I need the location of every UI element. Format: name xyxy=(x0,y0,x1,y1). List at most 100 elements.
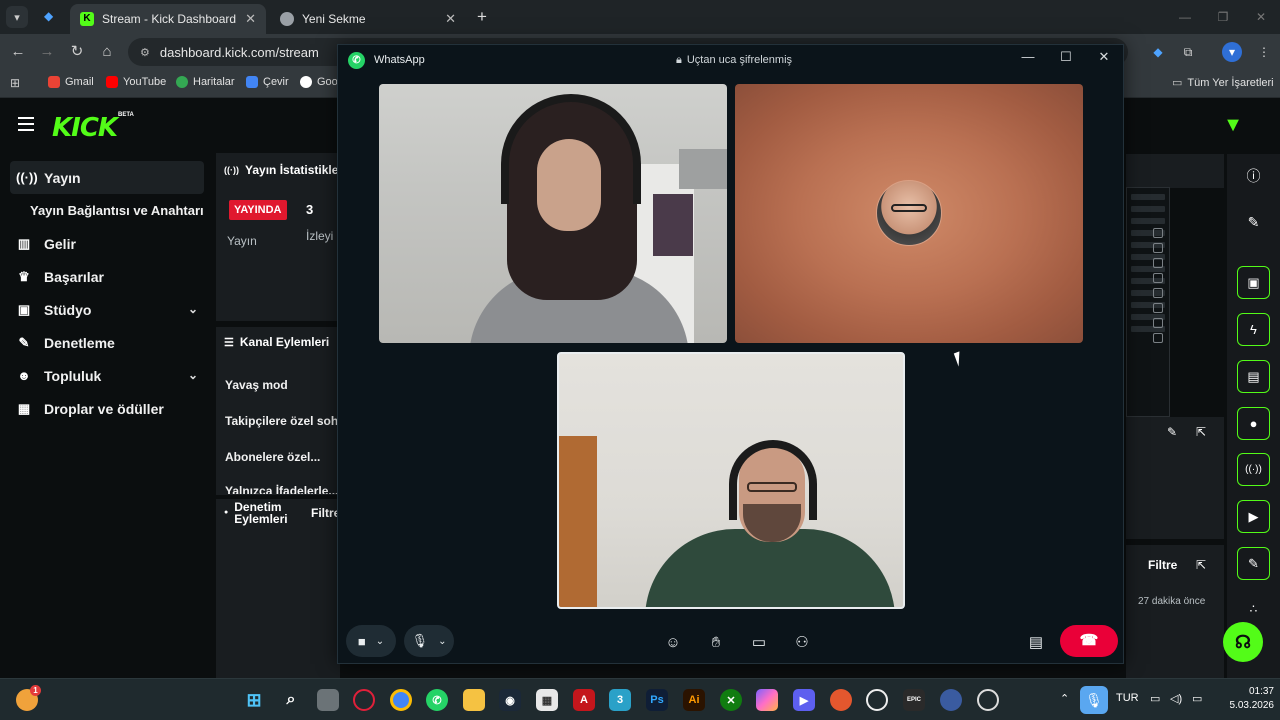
subscribers-only-toggle[interactable]: Abonelere özel... xyxy=(225,450,320,464)
site-info-icon[interactable]: ⚙ xyxy=(140,46,150,59)
screen-share-icon[interactable]: ▭ xyxy=(747,631,771,655)
participants-icon[interactable]: ⚇ xyxy=(790,631,814,655)
windows-start-icon[interactable]: ⊞ xyxy=(243,689,265,711)
bookmark-youtube[interactable]: YouTube xyxy=(106,76,166,88)
wrench-tool-icon[interactable]: ✎ xyxy=(1237,547,1270,580)
reload-icon[interactable]: ↻ xyxy=(67,42,87,62)
app-globe-icon[interactable] xyxy=(940,689,962,711)
xbox-icon[interactable]: ✕ xyxy=(720,689,742,711)
illustrator-icon[interactable]: Ai xyxy=(683,689,705,711)
tab-search-button[interactable]: ▾ xyxy=(6,6,28,28)
camera-toggle-button[interactable]: ■ ⌄ xyxy=(346,625,396,657)
microphone-toggle-button[interactable]: 🎙︎ ⌄ xyxy=(404,625,454,657)
whatsapp-taskbar-icon[interactable]: ✆ xyxy=(426,689,448,711)
menu-icon[interactable]: ⋮ xyxy=(1254,42,1274,62)
emotes-only-toggle[interactable]: Yalnızca İfadelerle... xyxy=(225,484,338,494)
popout-icon[interactable]: ⇱ xyxy=(1196,558,1206,572)
close-tab-icon[interactable]: ✕ xyxy=(445,11,456,27)
followers-only-toggle[interactable]: Takipçilere özel soh xyxy=(225,414,338,428)
info-icon[interactable]: ⓘ xyxy=(1237,159,1270,192)
system-clock[interactable]: 01:37 5.03.2026 xyxy=(1222,685,1275,713)
bookmark-google[interactable]: Goo xyxy=(300,76,338,88)
volume-icon[interactable]: ◁) xyxy=(1170,692,1182,705)
app-circle-icon[interactable] xyxy=(866,689,888,711)
app-blue-icon[interactable]: ▶ xyxy=(793,689,815,711)
sidebar-item-studio[interactable]: ▣ Stüdyo ⌄ xyxy=(10,293,204,326)
notes-icon[interactable]: ▤ xyxy=(1237,360,1270,393)
diamond-icon[interactable]: ◆ xyxy=(44,9,56,23)
extension-diamond-icon[interactable]: ◆ xyxy=(1148,42,1168,62)
sidebar-item-community[interactable]: ☻ Topluluk ⌄ xyxy=(10,359,204,392)
sidebar-item-achievements[interactable]: ♛ Başarılar xyxy=(10,260,204,293)
epic-games-icon[interactable]: EPIC xyxy=(903,689,925,711)
slow-mode-toggle[interactable]: Yavaş mod xyxy=(225,378,288,392)
bookmark-translate[interactable]: Çevir xyxy=(246,76,289,88)
app-3-icon[interactable]: 3 xyxy=(609,689,631,711)
maximize-icon[interactable]: ☐ xyxy=(1047,45,1085,71)
sidebar-item-stream-key[interactable]: Yayın Bağlantısı ve Anahtarı xyxy=(10,194,204,227)
weather-widget-icon[interactable]: 1 xyxy=(16,685,41,711)
sidebar-item-stream[interactable]: ((·)) Yayın xyxy=(10,161,204,194)
raise-hand-icon[interactable]: ✋︎ xyxy=(704,631,728,655)
obs-icon[interactable] xyxy=(977,689,999,711)
participant-video-1[interactable] xyxy=(379,84,727,343)
participant-video-2[interactable] xyxy=(735,84,1083,343)
profile-icon[interactable]: ▾ xyxy=(1222,42,1242,62)
all-bookmarks[interactable]: ▭ Tüm Yer İşaretleri xyxy=(1172,76,1274,90)
maximize-icon[interactable]: ❐ xyxy=(1204,0,1242,34)
close-tab-icon[interactable]: ✕ xyxy=(245,11,256,27)
emoji-reaction-icon[interactable]: ☺ xyxy=(661,631,685,655)
task-view-icon[interactable] xyxy=(317,689,339,711)
sidebar-item-revenue[interactable]: ▥ Gelir xyxy=(10,227,204,260)
home-icon[interactable]: ⌂ xyxy=(97,42,117,62)
edit-icon[interactable]: ✎ xyxy=(1167,425,1177,439)
chrome-icon[interactable] xyxy=(390,689,412,711)
close-icon[interactable]: ✕ xyxy=(1085,45,1123,71)
minimize-icon[interactable]: — xyxy=(1166,0,1204,34)
popout-icon[interactable]: ⇱ xyxy=(1196,425,1206,439)
network-icon[interactable]: ▭ xyxy=(1150,692,1160,705)
dots-icon[interactable]: ∴ xyxy=(1237,592,1270,625)
kick-chevron-icon[interactable]: ▼ xyxy=(1222,115,1244,135)
tab-kick-dashboard[interactable]: K Stream - Kick Dashboard ✕ xyxy=(70,4,266,34)
support-headset-icon[interactable]: ☊ xyxy=(1223,622,1263,662)
forward-icon[interactable]: → xyxy=(37,42,57,62)
battery-icon[interactable]: ▭ xyxy=(1192,692,1202,705)
chat-bubble-icon[interactable]: ● xyxy=(1237,407,1270,440)
kick-logo[interactable]: KICK xyxy=(52,113,118,143)
copilot-icon[interactable] xyxy=(756,689,778,711)
stream-preview-thumbnail[interactable] xyxy=(1126,187,1170,417)
hamburger-menu-icon[interactable] xyxy=(18,117,34,131)
app-orange-icon[interactable] xyxy=(830,689,852,711)
tray-expand-icon[interactable]: ⌃ xyxy=(1060,692,1069,705)
moderation-filter-button[interactable]: Filtre xyxy=(311,506,340,520)
acrobat-icon[interactable]: A xyxy=(573,689,595,711)
file-explorer-icon[interactable] xyxy=(463,689,485,711)
minimize-icon[interactable]: — xyxy=(1009,45,1047,71)
extensions-puzzle-icon[interactable]: ⧉ xyxy=(1178,42,1198,62)
sidebar-item-drops[interactable]: ▦ Droplar ve ödüller xyxy=(10,392,204,425)
bookmark-maps[interactable]: Haritalar xyxy=(176,76,235,88)
apps-grid-icon[interactable]: ⊞ xyxy=(10,76,20,90)
lightning-icon[interactable]: ϟ xyxy=(1237,313,1270,346)
search-icon[interactable]: ⌕ xyxy=(280,689,302,711)
close-icon[interactable]: ✕ xyxy=(1242,0,1280,34)
new-tab-button[interactable]: + xyxy=(472,6,492,28)
video-camera-icon[interactable]: ▶ xyxy=(1237,500,1270,533)
edit-stream-icon[interactable]: ✎ xyxy=(1237,206,1270,239)
opera-icon[interactable] xyxy=(353,689,375,711)
input-language[interactable]: TUR xyxy=(1116,692,1139,704)
bookmark-gmail[interactable]: Gmail xyxy=(48,76,94,88)
photoshop-icon[interactable]: Ps xyxy=(646,689,668,711)
self-video[interactable] xyxy=(557,352,905,609)
sidebar-item-moderation[interactable]: ✎ Denetleme xyxy=(10,326,204,359)
layout-icon[interactable]: ▤ xyxy=(1024,631,1048,655)
store-icon[interactable]: ▦ xyxy=(536,689,558,711)
back-icon[interactable]: ← xyxy=(8,42,28,62)
end-call-button[interactable]: ☎ xyxy=(1060,625,1118,657)
steam-icon[interactable]: ◉ xyxy=(499,689,521,711)
broadcast-signal-icon[interactable]: ((·)) xyxy=(1237,453,1270,486)
tab-new-tab[interactable]: Yeni Sekme ✕ xyxy=(270,4,466,34)
activity-filter-button[interactable]: Filtre xyxy=(1148,558,1177,572)
screen-capture-icon[interactable]: ▣ xyxy=(1237,266,1270,299)
